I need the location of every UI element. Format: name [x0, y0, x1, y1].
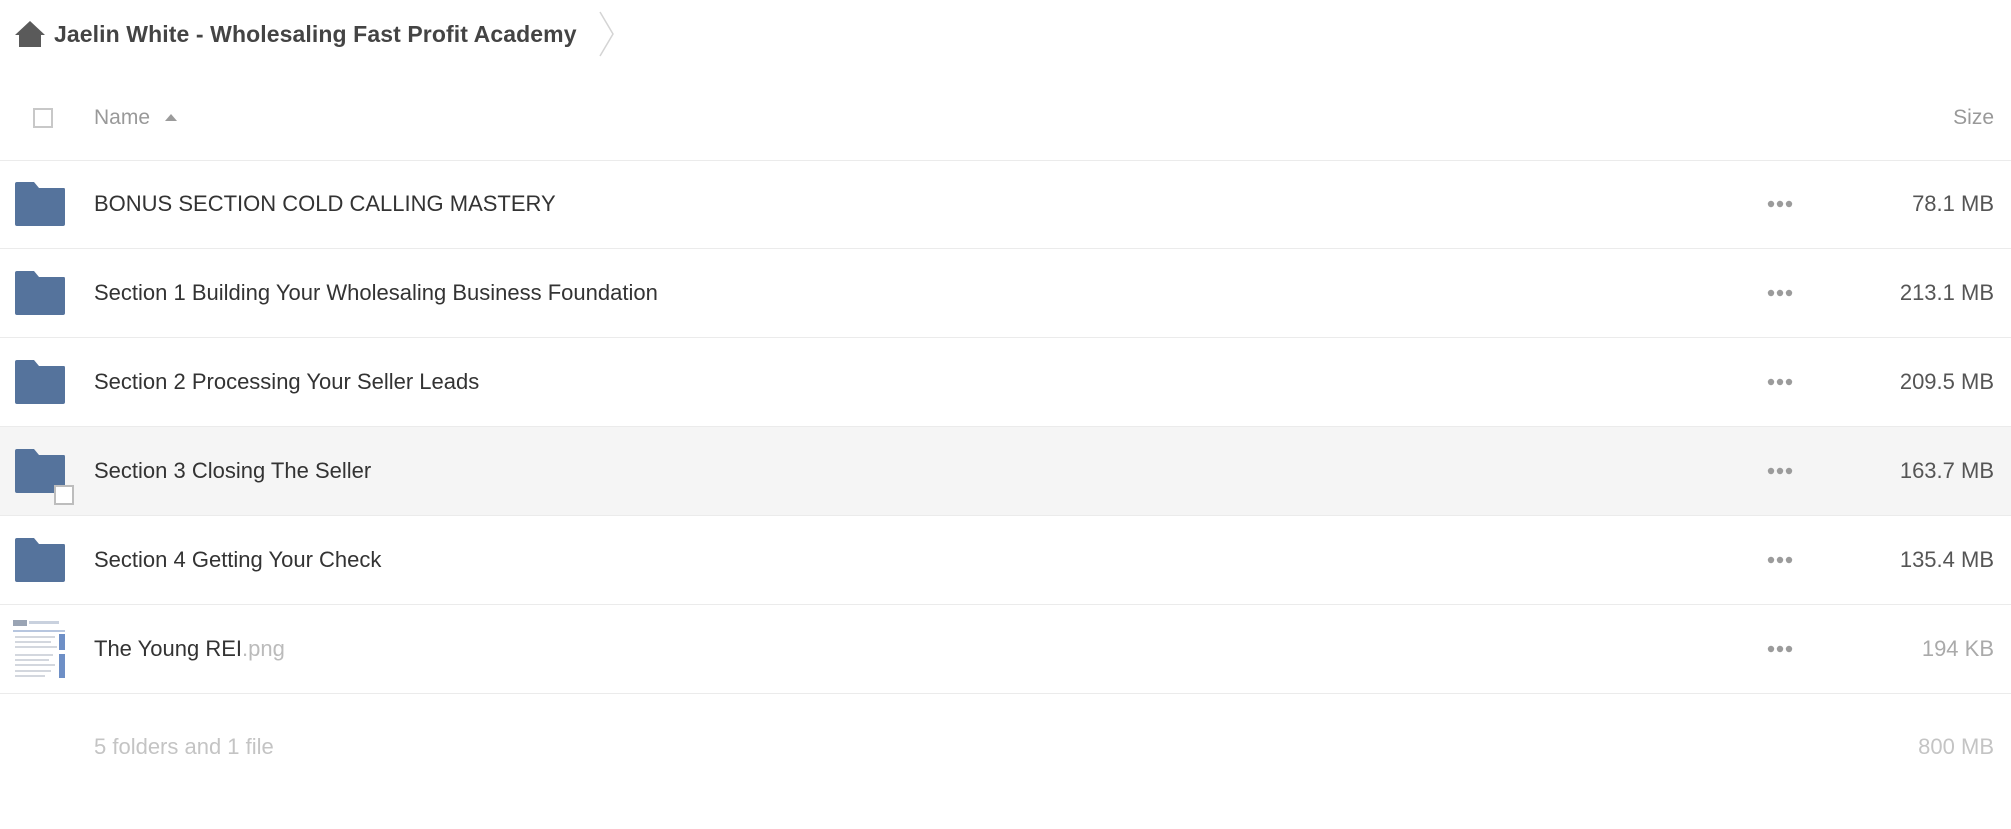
file-size: 78.1 MB: [1912, 191, 1994, 216]
breadcrumb-separator-icon: [598, 11, 614, 57]
summary-count: 5 folders and 1 file: [94, 734, 274, 759]
folder-icon: [15, 538, 65, 582]
file-list: BONUS SECTION COLD CALLING MASTERY 78.1 …: [0, 160, 2011, 694]
file-name-text: Section 1 Building Your Wholesaling Busi…: [94, 280, 658, 305]
breadcrumb: Jaelin White - Wholesaling Fast Profit A…: [14, 10, 617, 58]
file-size: 213.1 MB: [1899, 280, 1994, 305]
more-options-icon: [1767, 289, 1793, 297]
row-menu-button[interactable]: [1765, 459, 1795, 483]
more-options-icon: [1767, 378, 1793, 386]
file-list-header: Name Size: [0, 84, 2011, 161]
file-size: 194 KB: [1921, 636, 1994, 661]
row-menu-button[interactable]: [1765, 370, 1795, 394]
table-row[interactable]: Section 4 Getting Your Check 135.4 MB: [0, 516, 2011, 605]
folder-icon: [15, 182, 65, 226]
breadcrumb-current-folder[interactable]: Jaelin White - Wholesaling Fast Profit A…: [54, 21, 577, 48]
file-size: 209.5 MB: [1899, 369, 1994, 394]
more-options-icon: [1767, 200, 1793, 208]
image-thumbnail[interactable]: [11, 618, 67, 680]
size-column-header[interactable]: Size: [1953, 100, 1994, 136]
sort-ascending-icon: [165, 114, 178, 121]
row-menu-button[interactable]: [1765, 548, 1795, 572]
file-name[interactable]: Section 1 Building Your Wholesaling Busi…: [94, 249, 658, 337]
file-name[interactable]: Section 2 Processing Your Seller Leads: [94, 338, 479, 426]
file-name[interactable]: Section 3 Closing The Seller: [94, 427, 371, 515]
file-name-text: Section 2 Processing Your Seller Leads: [94, 369, 480, 394]
row-menu-button[interactable]: [1765, 637, 1795, 661]
files-page: Jaelin White - Wholesaling Fast Profit A…: [0, 0, 2011, 829]
more-options-icon: [1767, 556, 1793, 564]
file-name-text: The Young REI: [94, 636, 243, 661]
row-menu-button[interactable]: [1765, 281, 1795, 305]
file-list-summary: 5 folders and 1 file 800 MB: [0, 712, 2011, 782]
file-name-text: Section 3 Closing The Seller: [94, 458, 372, 483]
row-select-checkbox[interactable]: [54, 485, 74, 505]
file-extension: .png: [242, 636, 285, 661]
file-name-text: Section 4 Getting Your Check: [94, 547, 382, 572]
name-column-header[interactable]: Name: [94, 100, 178, 136]
folder-icon: [15, 360, 65, 404]
row-menu-button[interactable]: [1765, 192, 1795, 216]
file-size: 135.4 MB: [1899, 547, 1994, 572]
more-options-icon: [1767, 645, 1793, 653]
file-name-text: BONUS SECTION COLD CALLING MASTERY: [94, 191, 556, 216]
more-options-icon: [1767, 467, 1793, 475]
table-row[interactable]: Section 1 Building Your Wholesaling Busi…: [0, 249, 2011, 338]
table-row[interactable]: Section 2 Processing Your Seller Leads 2…: [0, 338, 2011, 427]
home-icon[interactable]: [14, 20, 46, 48]
name-column-label: Name: [94, 106, 151, 129]
table-row[interactable]: BONUS SECTION COLD CALLING MASTERY 78.1 …: [0, 160, 2011, 249]
table-row[interactable]: The Young REI .png 194 KB: [0, 605, 2011, 694]
folder-icon: [15, 271, 65, 315]
file-name[interactable]: BONUS SECTION COLD CALLING MASTERY: [94, 160, 556, 248]
select-all-checkbox[interactable]: [33, 108, 53, 128]
file-name[interactable]: The Young REI .png: [94, 605, 285, 693]
summary-total-size: 800 MB: [1918, 734, 1994, 759]
file-name[interactable]: Section 4 Getting Your Check: [94, 516, 381, 604]
table-row[interactable]: Section 3 Closing The Seller 163.7 MB: [0, 427, 2011, 516]
file-size: 163.7 MB: [1899, 458, 1994, 483]
